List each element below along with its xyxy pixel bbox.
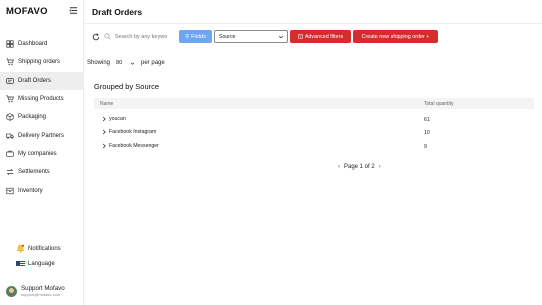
table-header: Name Total quantity: [94, 98, 534, 109]
support-name: Support Mofavo: [21, 285, 65, 292]
per-page-control: Showing 80 per page: [87, 58, 165, 68]
advanced-filters-label: Advanced filters: [304, 33, 344, 40]
sidebar-item-label: Draft Orders: [18, 77, 52, 84]
collapse-sidebar-icon[interactable]: [69, 6, 78, 15]
fields-button-label: Fields: [191, 33, 206, 40]
sidebar-item-my-companies[interactable]: My companies: [0, 145, 84, 163]
row-name: Facebook Messenger: [109, 143, 159, 149]
page-indicator: Page 1 of 2: [344, 164, 375, 170]
row-total: 10: [424, 130, 430, 136]
top-bar: Draft Orders: [84, 0, 542, 24]
sidebar: MOFAVO Dashboard Shipping orders Draft O…: [0, 0, 84, 305]
search-input[interactable]: [115, 33, 173, 40]
per-page-value: 80: [116, 60, 123, 66]
chevron-right-icon[interactable]: [101, 116, 107, 122]
chevron-down-icon: [130, 62, 135, 65]
sidebar-item-label: Inventory: [18, 187, 43, 194]
notifications-label: Notifications: [28, 245, 61, 252]
avatar: [6, 285, 17, 297]
chevron-right-icon[interactable]: [101, 129, 107, 135]
refresh-icon[interactable]: [92, 33, 100, 41]
group-title: Grouped by Source: [94, 82, 160, 91]
support-email: support@mofavo.com: [21, 292, 61, 297]
per-page-select[interactable]: 80: [114, 58, 137, 68]
search-box: [104, 30, 176, 43]
sidebar-item-draft-orders[interactable]: Draft Orders: [0, 71, 84, 90]
sidebar-item-label: Dashboard: [18, 41, 48, 48]
source-select-value: Source: [219, 33, 236, 40]
column-header-name: Name: [100, 101, 114, 107]
sidebar-item-missing-products[interactable]: Missing Products: [0, 90, 84, 108]
support-profile[interactable]: Support Mofavo support@mofavo.com: [6, 285, 90, 297]
box-icon: [6, 113, 14, 122]
inventory-icon: [6, 187, 14, 194]
page-title: Draft Orders: [92, 7, 143, 17]
companies-icon: [6, 150, 14, 157]
showing-label: Showing: [87, 60, 111, 66]
sidebar-item-label: My companies: [18, 150, 57, 157]
row-name: Facebook Instagram: [109, 129, 157, 135]
table-row[interactable]: Facebook Messenger 9: [94, 140, 534, 153]
table-row[interactable]: youcan 61: [94, 113, 534, 126]
fields-icon: ⚲: [185, 33, 190, 40]
dashboard-icon: [6, 40, 14, 48]
sidebar-item-inventory[interactable]: Inventory: [0, 181, 84, 199]
pagination: ‹ Page 1 of 2 ›: [334, 164, 385, 170]
prev-page-icon[interactable]: ‹: [338, 164, 340, 170]
column-header-total: Total quantity: [424, 101, 454, 107]
create-shipping-order-label: Create new shipping order +: [361, 33, 430, 40]
sidebar-nav: Dashboard Shipping orders Draft Orders M…: [0, 35, 84, 200]
chevron-right-icon[interactable]: [101, 143, 107, 149]
row-name: youcan: [109, 116, 126, 122]
sidebar-item-label: Shipping orders: [18, 59, 61, 66]
truck-icon: [6, 133, 14, 139]
per-page-label: per page: [141, 60, 165, 66]
advanced-filters-button[interactable]: Advanced filters: [290, 30, 351, 43]
sidebar-item-dashboard[interactable]: Dashboard: [0, 35, 84, 53]
us-flag-icon: [16, 261, 25, 267]
cart-missing-icon: [6, 95, 14, 103]
sidebar-item-packaging[interactable]: Packaging: [0, 108, 84, 126]
main-content: Draft Orders ⚲ Fields Source Advanced fi…: [84, 0, 542, 305]
sidebar-item-label: Delivery Partners: [18, 132, 65, 139]
language-label: Language: [28, 261, 55, 267]
app-logo: MOFAVO: [6, 6, 48, 17]
table-row[interactable]: Facebook Instagram 10: [94, 126, 534, 139]
sidebar-item-delivery-partners[interactable]: Delivery Partners: [0, 126, 84, 144]
row-total: 9: [424, 144, 427, 150]
draft-icon: [6, 77, 14, 84]
sidebar-item-settlements[interactable]: Settlements: [0, 163, 84, 181]
sidebar-item-label: Packaging: [18, 114, 47, 121]
search-icon: [104, 33, 111, 40]
sidebar-item-shipping-orders[interactable]: Shipping orders: [0, 53, 84, 71]
cart-icon: [6, 58, 14, 66]
filter-icon: [298, 34, 303, 39]
settlements-icon: [6, 169, 14, 176]
bell-icon: [16, 244, 25, 253]
fields-button[interactable]: ⚲ Fields: [179, 30, 212, 43]
sidebar-item-label: Settlements: [18, 169, 50, 176]
create-shipping-order-button[interactable]: Create new shipping order +: [353, 30, 438, 43]
next-page-icon[interactable]: ›: [379, 164, 381, 170]
sidebar-item-label: Missing Products: [18, 96, 64, 103]
chevron-down-icon: [278, 35, 284, 39]
source-select[interactable]: Source: [214, 30, 288, 43]
row-total: 61: [424, 117, 430, 123]
